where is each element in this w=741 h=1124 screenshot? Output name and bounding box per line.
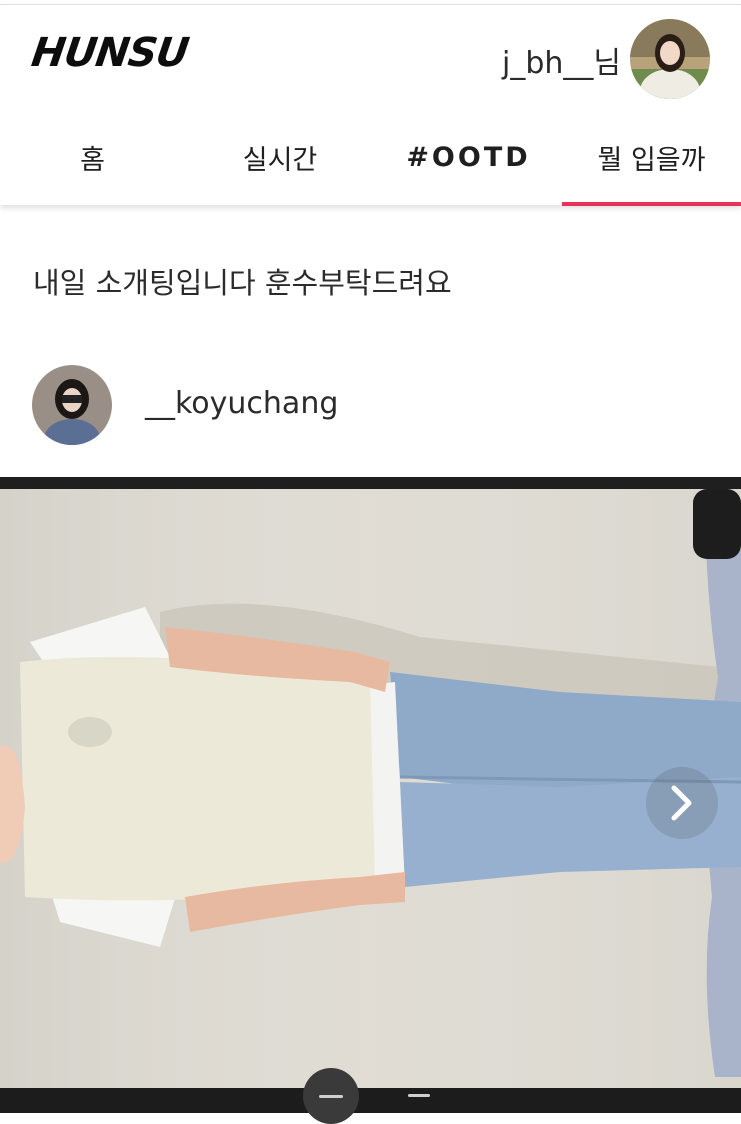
post-photo[interactable] (0, 477, 741, 1088)
tab-home[interactable]: 홈 (0, 110, 185, 205)
system-nav-bar (0, 1088, 741, 1113)
author-username[interactable]: __koyuchang (145, 386, 338, 421)
tab-realtime[interactable]: 실시간 (185, 110, 375, 205)
author-avatar[interactable] (32, 365, 112, 445)
nav-dash-icon (408, 1094, 430, 1097)
tab-bar: 홈 실시간 #OOTD 뭘 입을까 (0, 110, 741, 206)
app-logo[interactable]: HUNSU (29, 30, 191, 76)
tab-what-to-wear[interactable]: 뭘 입을까 (562, 110, 741, 205)
nav-dash-icon (319, 1095, 343, 1098)
active-tab-indicator (562, 202, 741, 206)
app-header: HUNSU j_bh__님 홈 실시간 #OOTD 뭘 입을까 (0, 5, 741, 206)
user-avatar[interactable] (630, 19, 710, 99)
chevron-right-icon (671, 785, 692, 821)
post-question: 내일 소개팅입니다 훈수부탁드려요 (33, 266, 452, 300)
tab-ootd[interactable]: #OOTD (375, 110, 562, 205)
next-image-button[interactable] (646, 767, 718, 839)
username-label: j_bh__님 (502, 46, 621, 81)
